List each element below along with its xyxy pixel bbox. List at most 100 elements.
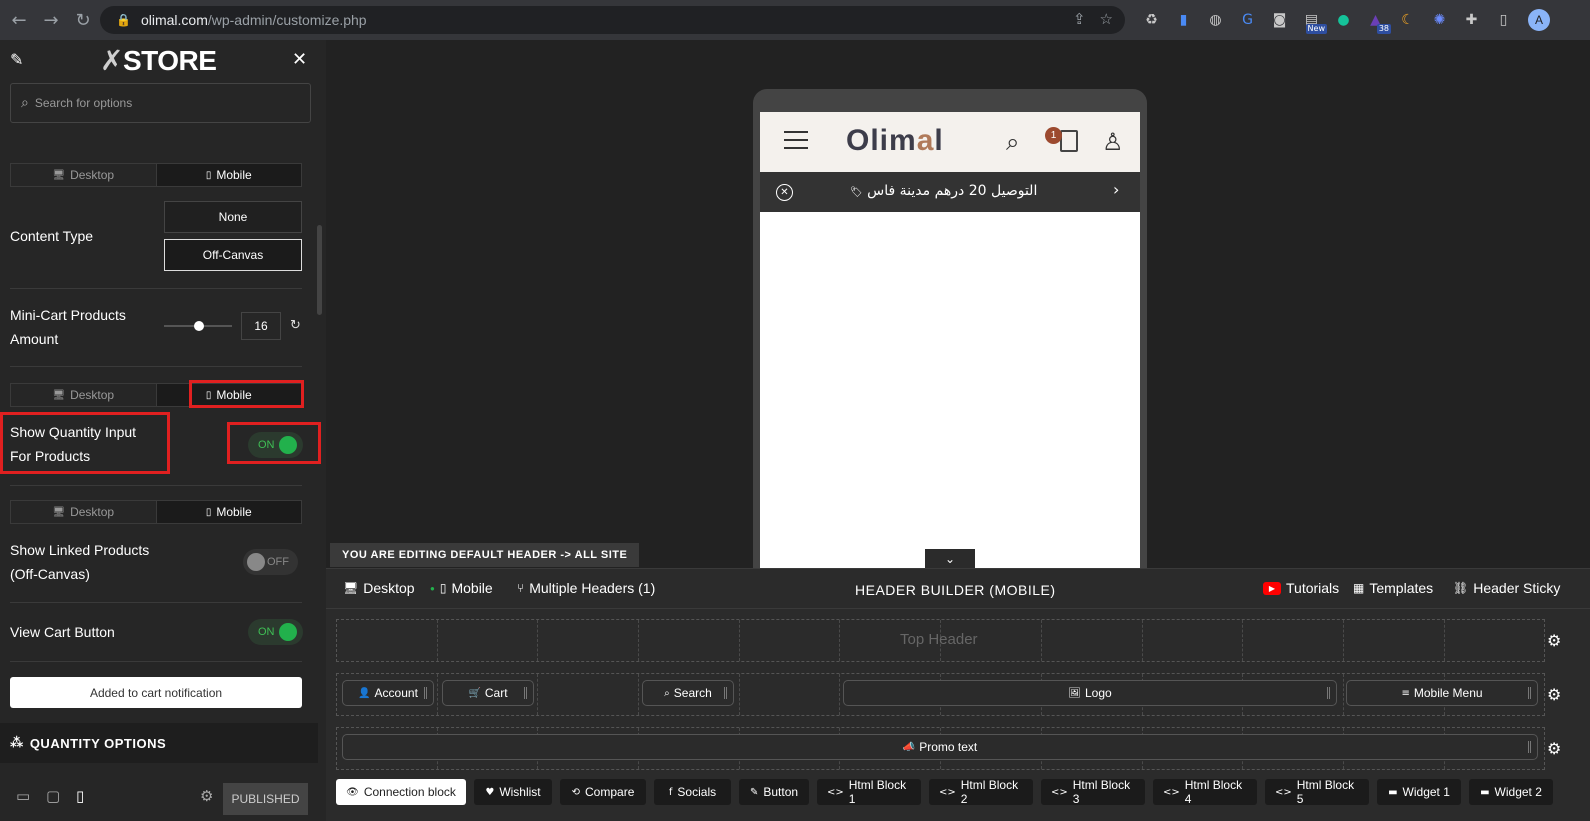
device-mobile-tab[interactable]: ▯ Mobile bbox=[156, 501, 301, 523]
section-title: QUANTITY OPTIONS bbox=[29, 735, 167, 751]
editing-label: YOU ARE EDITING DEFAULT HEADER -> ALL SI… bbox=[330, 543, 640, 567]
promo-next-icon[interactable]: › bbox=[1113, 180, 1119, 199]
swirl-extension-icon[interactable]: ✺ bbox=[1428, 8, 1451, 31]
reset-icon[interactable]: ↻ bbox=[290, 318, 301, 333]
mini-cart-amount-label-2: Amount bbox=[10, 331, 59, 347]
bookmark-star-icon[interactable]: ☆ bbox=[1100, 10, 1113, 28]
builder-chip-account[interactable]: 👤 Account bbox=[342, 680, 434, 706]
graduation-extension-icon[interactable]: ▲ 38 bbox=[1364, 8, 1391, 34]
drag-handle-icon[interactable] bbox=[1528, 741, 1531, 753]
row-settings-gear-icon[interactable]: ⚙ bbox=[1547, 631, 1561, 650]
puzzle-extensions-icon[interactable]: ✚ bbox=[1460, 8, 1483, 31]
toggle-state: OFF bbox=[267, 556, 289, 568]
tab-label: Desktop bbox=[363, 580, 415, 596]
palette-wishlist[interactable]: ♥ Wishlist bbox=[474, 779, 552, 805]
tablet-preview-icon[interactable]: ▢ bbox=[46, 787, 60, 805]
mini-cart-amount-input[interactable]: 16 bbox=[241, 312, 281, 340]
builder-tab-desktop[interactable]: 🖥 Desktop bbox=[343, 580, 415, 596]
address-bar[interactable]: 🔒 olimal.com/wp-admin/customize.php ⇪ ☆ bbox=[100, 6, 1125, 34]
builder-chip-promo-text[interactable]: 📣 Promo text bbox=[342, 734, 1538, 760]
drag-handle-icon[interactable] bbox=[424, 687, 427, 699]
templates-link[interactable]: ▦ Templates bbox=[1353, 580, 1433, 596]
show-linked-toggle[interactable]: OFF bbox=[243, 549, 298, 575]
link-label: Templates bbox=[1369, 580, 1434, 596]
added-to-cart-notification-button[interactable]: Added to cart notification bbox=[10, 677, 302, 708]
palette-html-block-4[interactable]: <> Html Block 4 bbox=[1153, 778, 1257, 806]
desktop-icon: 🖥 bbox=[52, 506, 66, 518]
row-settings-gear-icon[interactable]: ⚙ bbox=[1547, 739, 1561, 758]
device-desktop-tab[interactable]: 🖥 Desktop bbox=[11, 384, 157, 406]
promo-close-icon[interactable]: ✕ bbox=[776, 184, 793, 201]
palette-html-block-2[interactable]: <> Html Block 2 bbox=[929, 778, 1033, 806]
row-settings-gear-icon[interactable]: ⚙ bbox=[1547, 685, 1561, 704]
close-icon[interactable]: ✕ bbox=[292, 49, 307, 70]
palette-socials[interactable]: f Socials bbox=[654, 779, 731, 805]
share-icon[interactable]: ⇪ bbox=[1073, 10, 1086, 28]
palette-compare[interactable]: ⟲ Compare bbox=[560, 779, 646, 805]
drag-handle-icon[interactable] bbox=[1327, 687, 1330, 699]
forward-icon[interactable]: → bbox=[38, 7, 64, 33]
site-logo[interactable]: Olimal bbox=[846, 124, 944, 158]
grammarly-extension-icon[interactable]: ● bbox=[1332, 8, 1355, 31]
palette-button[interactable]: ✎ Button bbox=[739, 779, 809, 805]
reload-icon[interactable]: ↻ bbox=[70, 7, 96, 33]
palette-html-block-5[interactable]: <> Html Block 5 bbox=[1265, 778, 1369, 806]
builder-tab-multiple-headers[interactable]: ⑂ Multiple Headers (1) bbox=[517, 580, 655, 596]
globe-extension-icon[interactable]: ◍ bbox=[1204, 8, 1227, 31]
mini-cart-amount-label-1: Mini-Cart Products bbox=[10, 307, 126, 323]
mini-cart-slider-thumb[interactable] bbox=[194, 321, 204, 331]
drag-handle-icon[interactable] bbox=[1528, 687, 1531, 699]
image-icon: 🖼 bbox=[1068, 687, 1081, 699]
desktop-preview-icon[interactable]: ▭ bbox=[16, 787, 30, 805]
profile-avatar[interactable]: A bbox=[1528, 8, 1550, 31]
translate-extension-icon[interactable]: G bbox=[1236, 8, 1259, 31]
pin-icon[interactable]: ✎ bbox=[10, 50, 23, 69]
drag-handle-icon[interactable] bbox=[724, 687, 727, 699]
moon-extension-icon[interactable]: ☾ bbox=[1396, 8, 1419, 31]
highlight-mobile-tab bbox=[189, 380, 304, 408]
docs-extension-icon[interactable]: ▮ bbox=[1172, 8, 1195, 31]
palette-html-block-3[interactable]: <> Html Block 3 bbox=[1041, 778, 1145, 806]
quantity-options-section[interactable]: ⁂ QUANTITY OPTIONS bbox=[0, 723, 318, 763]
code-icon: <> bbox=[1275, 786, 1292, 798]
palette-html-block-1[interactable]: <> Html Block 1 bbox=[817, 778, 921, 806]
news-extension-icon[interactable]: ▤ New bbox=[1300, 8, 1327, 34]
option-search[interactable]: ⌕ bbox=[10, 83, 311, 123]
builder-chip-logo[interactable]: 🖼 Logo bbox=[843, 680, 1337, 706]
builder-chip-mobile-menu[interactable]: ≡ Mobile Menu bbox=[1346, 680, 1538, 706]
sidepanel-icon[interactable]: ▯ bbox=[1492, 8, 1515, 31]
shopping-bag-icon[interactable] bbox=[1060, 130, 1078, 152]
chevron-down-icon[interactable]: ⌄ bbox=[925, 549, 975, 568]
panel-scrollbar[interactable] bbox=[317, 225, 322, 315]
content-type-offcanvas-button[interactable]: Off-Canvas bbox=[164, 239, 302, 271]
eye-icon: 👁 bbox=[346, 786, 359, 798]
device-desktop-tab[interactable]: 🖥 Desktop bbox=[11, 164, 157, 186]
camera-extension-icon[interactable]: ◙ bbox=[1268, 8, 1291, 31]
header-sticky-link[interactable]: ⛓ Header Sticky bbox=[1453, 580, 1560, 596]
hamburger-icon[interactable] bbox=[784, 131, 808, 151]
user-icon[interactable]: ♙ bbox=[1102, 128, 1124, 156]
palette-widget-2[interactable]: ▬ Widget 2 bbox=[1469, 779, 1553, 805]
search-icon[interactable]: ⌕ bbox=[1006, 128, 1019, 156]
builder-chip-search[interactable]: ⌕ Search bbox=[642, 680, 734, 706]
content-type-none-button[interactable]: None bbox=[164, 201, 302, 233]
search-input[interactable] bbox=[34, 96, 285, 110]
published-button[interactable]: PUBLISHED bbox=[223, 783, 308, 815]
view-cart-toggle[interactable]: ON bbox=[248, 619, 303, 645]
gear-icon[interactable]: ⚙ bbox=[200, 787, 213, 805]
builder-tab-mobile[interactable]: ● ▯ Mobile bbox=[430, 580, 493, 596]
device-desktop-tab[interactable]: 🖥 Desktop bbox=[11, 501, 157, 523]
mobile-preview-icon[interactable]: ▯ bbox=[76, 787, 84, 805]
palette-widget-1[interactable]: ▬ Widget 1 bbox=[1377, 779, 1461, 805]
desktop-icon: 🖥 bbox=[52, 389, 66, 401]
tutorials-link[interactable]: ▶ Tutorials bbox=[1263, 580, 1339, 596]
drag-handle-icon[interactable] bbox=[524, 687, 527, 699]
device-mobile-tab[interactable]: ▯ Mobile bbox=[156, 164, 301, 186]
recycle-extension-icon[interactable]: ♻ bbox=[1140, 8, 1163, 31]
folder-icon: ▬ bbox=[1480, 786, 1490, 798]
palette-connection-block[interactable]: 👁 Connection block bbox=[336, 779, 466, 805]
chip-label: Mobile Menu bbox=[1413, 686, 1483, 700]
back-icon[interactable]: ← bbox=[6, 7, 32, 33]
site-header bbox=[760, 112, 1140, 172]
builder-chip-cart[interactable]: 🛒 Cart bbox=[442, 680, 534, 706]
